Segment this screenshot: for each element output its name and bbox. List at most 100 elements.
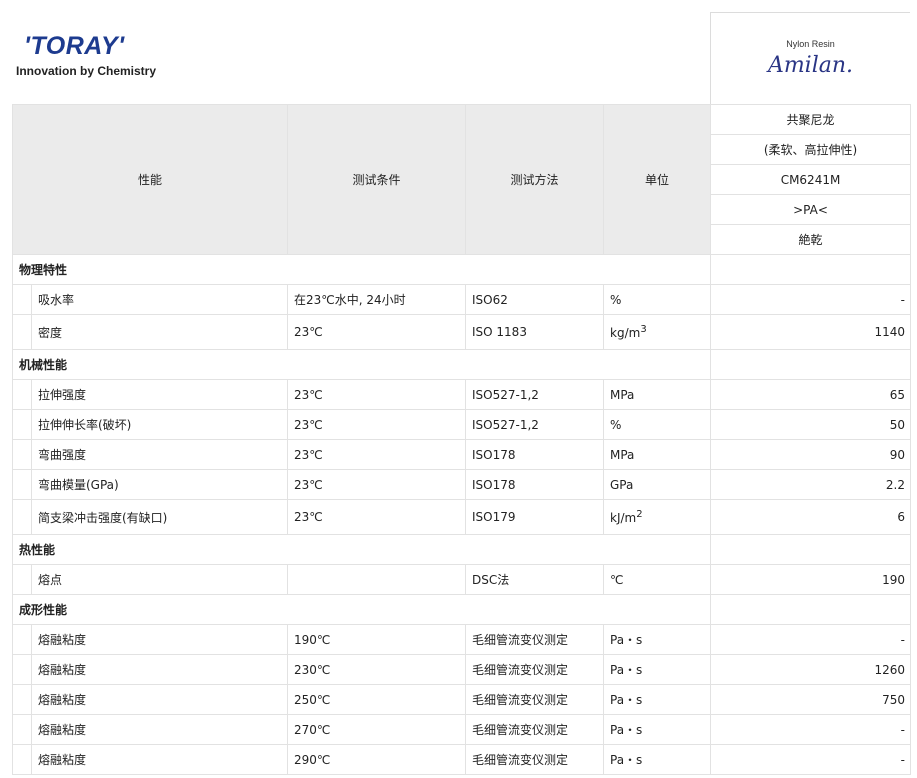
table-row: 吸水率 在23℃水中, 24小时 ISO62% - xyxy=(12,284,911,315)
value-cell: 1260 xyxy=(710,654,911,685)
condition-cell: 290℃ xyxy=(287,744,466,775)
unit-cell: kg/m3 xyxy=(603,314,711,350)
table-row: 熔融粘度 230℃ 毛细管流变仪测定 Pa・s 1260 xyxy=(12,654,911,685)
section-value-blank xyxy=(710,594,911,625)
unit-text: ℃ xyxy=(610,572,624,587)
value-cell: 50 xyxy=(710,409,911,440)
unit-cell: kJ/m2 xyxy=(603,499,711,535)
row-indent xyxy=(12,564,32,595)
condition-cell: 23℃ xyxy=(287,499,466,535)
property-cell: 密度 xyxy=(31,314,288,350)
row-indent xyxy=(12,499,32,535)
table-row: 弯曲模量(GPa) 23℃ ISO178 GPa 2.2 xyxy=(12,469,911,500)
property-cell: 弯曲模量(GPa) xyxy=(31,469,288,500)
product-grade: CM6241M xyxy=(710,164,911,195)
value-cell: - xyxy=(710,624,911,655)
table-row: 密度 23℃ ISO 1183 kg/m3 1140 xyxy=(12,314,911,350)
value-cell: 6 xyxy=(710,499,911,535)
value-cell: - xyxy=(710,284,911,315)
product-condition: 絶乾 xyxy=(710,224,911,255)
condition-cell: 270℃ xyxy=(287,714,466,745)
toray-logo: 'TORAY' xyxy=(24,32,125,60)
method-cell: ISO178 xyxy=(465,469,604,500)
brand-label: Nylon Resin xyxy=(786,39,835,49)
value-cell: 1140 xyxy=(710,314,911,350)
method-cell: 毛细管流变仪测定 xyxy=(465,624,604,655)
unit-cell: % xyxy=(603,409,711,440)
condition-cell xyxy=(287,564,466,595)
unit-cell: Pa・s xyxy=(603,744,711,775)
header-unit: 单位 xyxy=(603,104,711,255)
unit-cell: Pa・s xyxy=(603,654,711,685)
property-cell: 拉伸强度 xyxy=(31,379,288,410)
unit-superscript: 2 xyxy=(636,509,643,520)
row-indent xyxy=(12,684,32,715)
property-cell: 吸水率 xyxy=(31,284,288,315)
value-cell: 65 xyxy=(710,379,911,410)
section-row: 机械性能 xyxy=(12,349,911,380)
property-cell: 熔融粘度 xyxy=(31,714,288,745)
brand-name: Amilan. xyxy=(767,53,854,78)
property-cell: 熔融粘度 xyxy=(31,744,288,775)
value-cell: - xyxy=(710,714,911,745)
unit-cell: Pa・s xyxy=(603,714,711,745)
unit-text: kg/m xyxy=(610,326,641,340)
section-row: 成形性能 xyxy=(12,594,911,625)
condition-cell: 23℃ xyxy=(287,469,466,500)
method-cell: ISO178 xyxy=(465,439,604,470)
value-cell: - xyxy=(710,744,911,775)
product-material-code: >PA< xyxy=(710,194,911,225)
condition-cell: 在23℃水中, 24小时 xyxy=(287,284,466,315)
table-row: 熔融粘度 270℃ 毛细管流变仪测定 Pa・s - xyxy=(12,714,911,745)
product-line-2: (柔软、高拉伸性) xyxy=(710,134,911,165)
section-value-blank xyxy=(710,349,911,380)
table-row: 熔融粘度 290℃ 毛细管流变仪测定 Pa・s - xyxy=(12,744,911,775)
property-cell: 拉伸伸长率(破坏) xyxy=(31,409,288,440)
method-cell: ISO 1183 xyxy=(465,314,604,350)
unit-text: kJ/m xyxy=(610,511,637,525)
value-cell: 750 xyxy=(710,684,911,715)
unit-cell: MPa xyxy=(603,379,711,410)
unit-text: Pa・s xyxy=(610,753,643,767)
row-indent xyxy=(12,624,32,655)
value-cell: 190 xyxy=(710,564,911,595)
unit-text: Pa・s xyxy=(610,633,643,647)
method-cell: ISO527-1,2 xyxy=(465,379,604,410)
section-value-blank xyxy=(710,534,911,565)
unit-cell: Pa・s xyxy=(603,624,711,655)
condition-cell: 23℃ xyxy=(287,314,466,350)
condition-cell: 23℃ xyxy=(287,379,466,410)
row-indent xyxy=(12,409,32,440)
row-indent xyxy=(12,654,32,685)
header-property: 性能 xyxy=(12,104,288,255)
unit-cell: % xyxy=(603,284,711,315)
table-row: 熔点 DSC法 ℃ 190 xyxy=(12,564,911,595)
method-cell: 毛细管流变仪测定 xyxy=(465,684,604,715)
toray-tagline: Innovation by Chemistry xyxy=(16,64,157,78)
unit-superscript: 3 xyxy=(640,324,647,335)
condition-cell: 250℃ xyxy=(287,684,466,715)
product-line-1: 共聚尼龙 xyxy=(710,104,911,135)
property-cell: 熔融粘度 xyxy=(31,684,288,715)
unit-text: Pa・s xyxy=(610,723,643,737)
table-row: 弯曲强度 23℃ ISO178 MPa 90 xyxy=(12,439,911,470)
property-cell: 简支梁冲击强度(有缺口) xyxy=(31,499,288,535)
unit-text: MPa xyxy=(610,387,635,402)
unit-cell: MPa xyxy=(603,439,711,470)
method-cell: ISO179 xyxy=(465,499,604,535)
unit-text: % xyxy=(610,417,622,432)
row-indent xyxy=(12,284,32,315)
header-method: 测试方法 xyxy=(465,104,604,255)
table-row: 熔融粘度 250℃ 毛细管流变仪测定 Pa・s 750 xyxy=(12,684,911,715)
unit-text: GPa xyxy=(610,477,634,492)
section-title: 机械性能 xyxy=(12,349,711,380)
unit-cell: Pa・s xyxy=(603,684,711,715)
condition-cell: 23℃ xyxy=(287,409,466,440)
unit-text: Pa・s xyxy=(610,693,643,707)
brand-logo-box: Nylon Resin Amilan. xyxy=(710,12,910,104)
condition-cell: 230℃ xyxy=(287,654,466,685)
table-row: 拉伸强度 23℃ ISO527-1,2 MPa 65 xyxy=(12,379,911,410)
row-indent xyxy=(12,714,32,745)
row-indent xyxy=(12,469,32,500)
row-indent xyxy=(12,314,32,350)
